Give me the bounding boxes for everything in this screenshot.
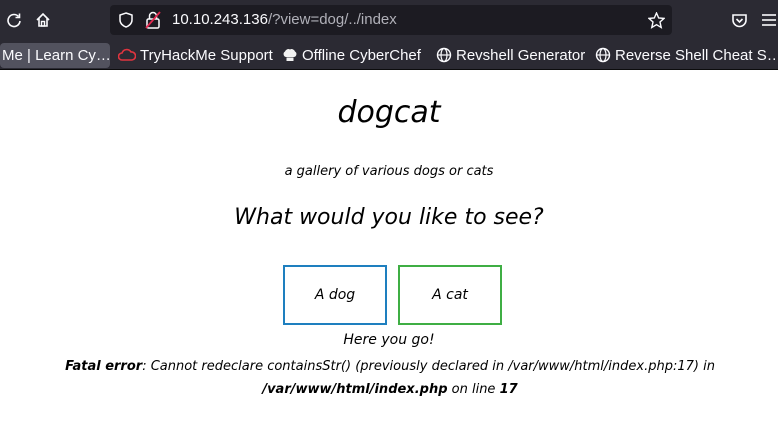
reload-icon: [7, 13, 21, 28]
error-file: /var/www/html/index.php: [262, 382, 448, 397]
reload-button[interactable]: [2, 8, 26, 32]
bookmark-item-tryhackme-learn[interactable]: Me | Learn Cy…: [0, 43, 111, 68]
bookmark-label: Reverse Shell Cheat S…: [615, 46, 778, 64]
error-line-prefix: on line: [447, 382, 500, 397]
cat-button-label: A cat: [432, 287, 468, 303]
url-path: /?view=dog/../index: [267, 11, 397, 28]
bookmark-label: Offline CyberChef: [302, 46, 421, 64]
php-error-message: Fatal error: Cannot redeclare containsSt…: [20, 355, 760, 401]
bookmark-item-tryhackme-support[interactable]: TryHackMe Support: [118, 45, 273, 65]
chef-hat-icon: [283, 49, 297, 61]
home-button[interactable]: [31, 8, 55, 32]
shield-icon[interactable]: [118, 12, 134, 28]
bookmark-star-icon[interactable]: [647, 11, 665, 29]
error-label: Fatal error: [65, 359, 143, 374]
tryhackme-icon: [118, 48, 136, 61]
cat-button[interactable]: A cat: [398, 265, 502, 325]
url-text[interactable]: 10.10.243.136/?view=dog/../index: [172, 11, 397, 28]
bookmarks-bar: Me | Learn Cy… TryHackMe Support Offline…: [0, 40, 778, 70]
globe-icon: [595, 47, 611, 63]
bookmark-item-reverse-shell-cheat-sheet[interactable]: Reverse Shell Cheat S…: [595, 45, 778, 65]
pocket-icon[interactable]: [730, 11, 748, 29]
page-tagline: a gallery of various dogs or cats: [284, 164, 494, 179]
home-icon: [36, 12, 50, 27]
bookmark-label: TryHackMe Support: [140, 46, 273, 64]
error-message: : Cannot redeclare containsStr() (previo…: [142, 359, 715, 374]
globe-icon: [436, 47, 452, 63]
result-text: Here you go!: [343, 332, 435, 348]
bookmark-label: Me | Learn Cy…: [2, 47, 111, 64]
url-host: 10.10.243.136: [172, 11, 268, 28]
bookmark-item-offline-cyberchef[interactable]: Offline CyberChef: [282, 45, 421, 65]
error-line-number: 17: [499, 382, 518, 397]
page-content: dogcat a gallery of various dogs or cats…: [0, 71, 778, 425]
browser-toolbar: 10.10.243.136/?view=dog/../index: [0, 0, 778, 40]
menu-icon[interactable]: [760, 11, 778, 29]
bookmark-label: Revshell Generator: [456, 46, 586, 64]
dog-button-label: A dog: [314, 287, 356, 303]
insecure-lock-icon[interactable]: [144, 11, 162, 29]
url-bar[interactable]: 10.10.243.136/?view=dog/../index: [110, 5, 672, 35]
page-question: What would you like to see?: [234, 205, 544, 230]
bookmark-item-revshell-generator[interactable]: Revshell Generator: [436, 45, 585, 65]
dog-button[interactable]: A dog: [283, 265, 387, 325]
page-title: dogcat: [337, 95, 441, 130]
